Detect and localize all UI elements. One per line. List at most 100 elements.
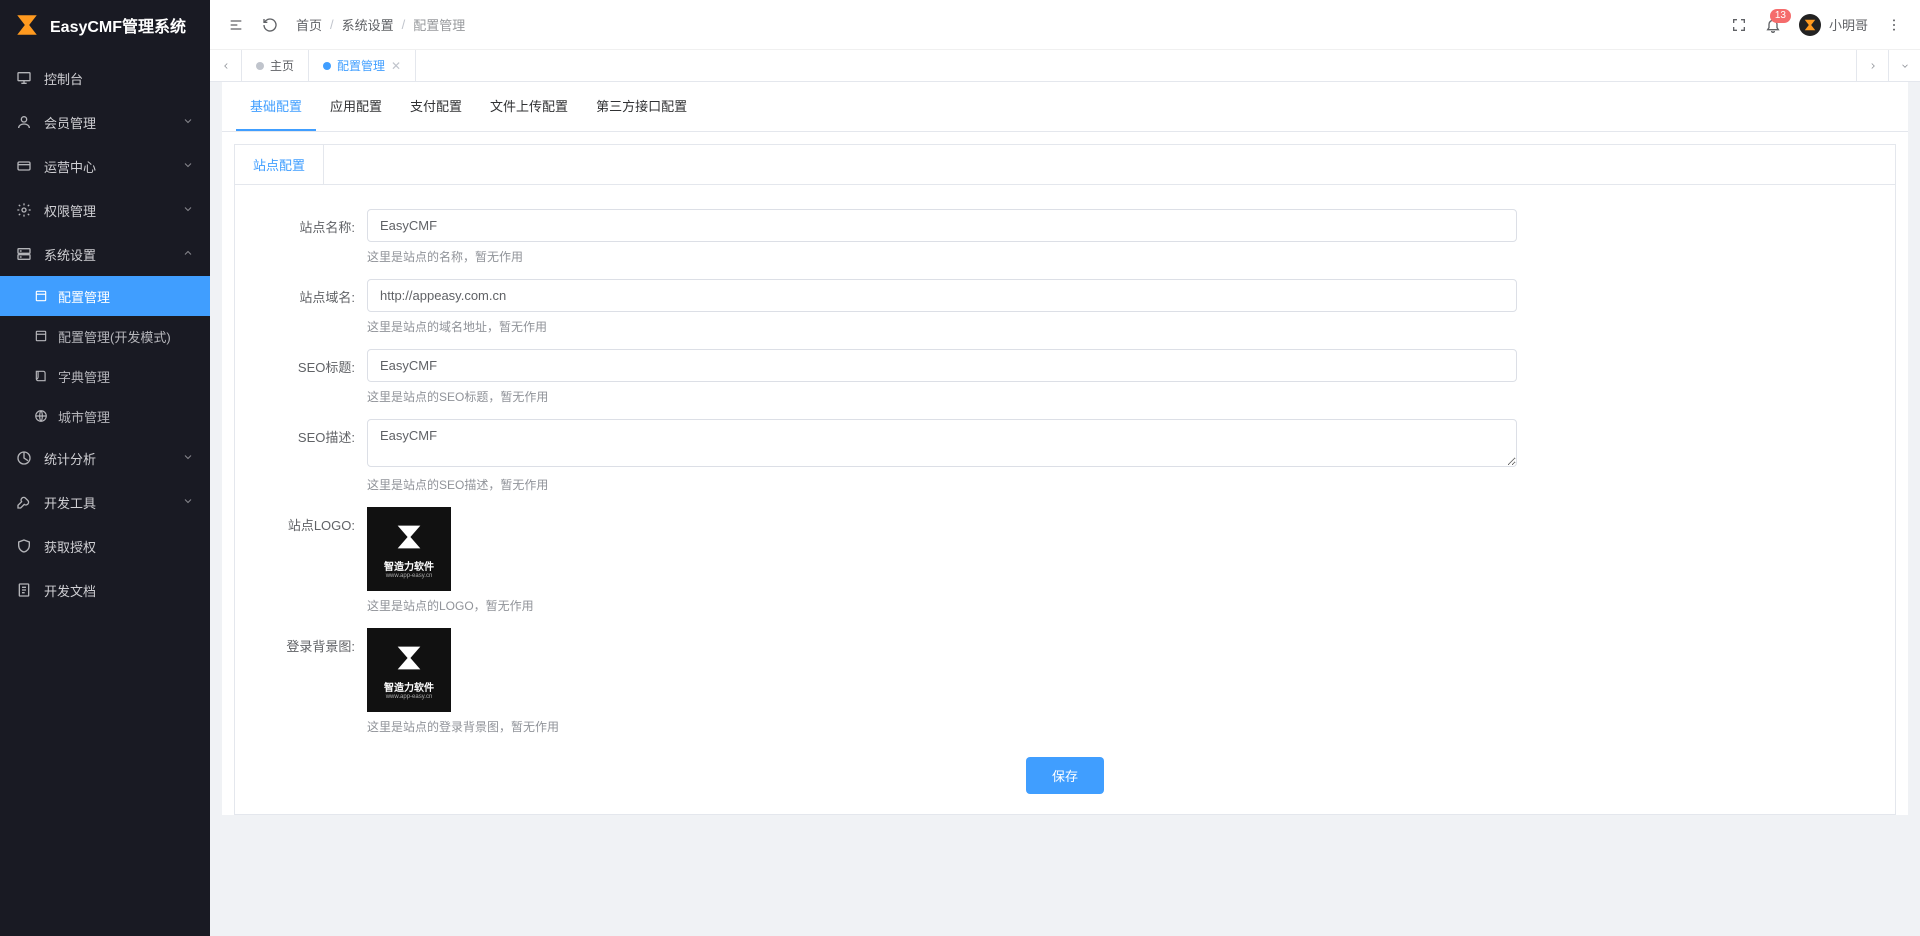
config-form: 站点名称: 这里是站点的名称，暂无作用站点域名: 这里是站点的域名地址，暂无作用… [235, 185, 1895, 814]
breadcrumb-separator: / [330, 17, 334, 32]
username: 小明哥 [1829, 15, 1868, 34]
form-help: 这里是站点的LOGO，暂无作用 [367, 597, 1517, 614]
sidebar-subitem[interactable]: 字典管理 [0, 356, 210, 396]
sidebar-item[interactable]: 运营中心 [0, 144, 210, 188]
shield-icon [16, 538, 32, 554]
globe-icon [34, 409, 48, 423]
chevron-up-icon [182, 247, 194, 262]
tabs-dropdown-icon[interactable] [1888, 50, 1920, 81]
form-control: 智造力软件www.app-easy.cn 这里是站点的LOGO，暂无作用 [367, 507, 1517, 614]
refresh-icon[interactable] [262, 17, 278, 33]
image-upload-text: 智造力软件 [384, 679, 434, 694]
sidebar-item-label: 开发工具 [44, 493, 170, 512]
gear-icon [16, 202, 32, 218]
sidebar-item[interactable]: 获取授权 [0, 524, 210, 568]
monitor-icon [16, 70, 32, 86]
main: 首页 / 系统设置 / 配置管理 13 小明哥 [210, 0, 1920, 936]
content: 基础配置应用配置支付配置文件上传配置第三方接口配置 站点配置 站点名称: 这里是… [210, 82, 1920, 936]
fullscreen-icon[interactable] [1731, 17, 1747, 33]
image-upload[interactable]: 智造力软件www.app-easy.cn [367, 628, 451, 712]
sidebar-item[interactable]: 系统设置 [0, 232, 210, 276]
close-icon[interactable]: ✕ [391, 60, 401, 72]
more-icon[interactable] [1886, 17, 1902, 33]
form-control: 这里是站点的SEO标题，暂无作用 [367, 349, 1517, 405]
sidebar-item-label: 运营中心 [44, 157, 170, 176]
sidebar-item[interactable]: 统计分析 [0, 436, 210, 480]
chevron-down-icon [182, 495, 194, 510]
sidebar-item-label: 获取授权 [44, 537, 194, 556]
form-help: 这里是站点的登录背景图，暂无作用 [367, 718, 1517, 735]
sidebar-item[interactable]: 权限管理 [0, 188, 210, 232]
tabs-scroll-left-icon[interactable] [210, 50, 242, 81]
config-card: 站点配置 站点名称: 这里是站点的名称，暂无作用站点域名: 这里是站点的域名地址… [234, 144, 1896, 815]
page-tab-label: 主页 [270, 57, 294, 74]
text-input[interactable] [367, 209, 1517, 242]
form-help: 这里是站点的SEO标题，暂无作用 [367, 388, 1517, 405]
sidebar-item[interactable]: 开发工具 [0, 480, 210, 524]
sidebar-subitem[interactable]: 配置管理 [0, 276, 210, 316]
topbar: 首页 / 系统设置 / 配置管理 13 小明哥 [210, 0, 1920, 50]
chart-icon [16, 450, 32, 466]
brand-name: EasyCMF管理系统 [50, 13, 186, 37]
chevron-down-icon [182, 159, 194, 174]
config-tab[interactable]: 基础配置 [236, 82, 316, 131]
form-label: 站点LOGO: [255, 507, 367, 534]
page-icon [34, 329, 48, 343]
tabs-scroll-right-icon[interactable] [1856, 50, 1888, 81]
chevron-down-icon [182, 115, 194, 130]
breadcrumb-item: 配置管理 [413, 15, 465, 34]
text-input[interactable] [367, 279, 1517, 312]
form-help: 这里是站点的名称，暂无作用 [367, 248, 1517, 265]
form-actions: 保存 [255, 757, 1875, 794]
text-input[interactable] [367, 349, 1517, 382]
sidebar-subitem-label: 配置管理(开发模式) [58, 327, 171, 346]
config-tab[interactable]: 第三方接口配置 [582, 82, 701, 131]
sidebar-item[interactable]: 会员管理 [0, 100, 210, 144]
brand[interactable]: EasyCMF管理系统 [0, 0, 210, 50]
config-tab[interactable]: 支付配置 [396, 82, 476, 131]
form-label: 站点名称: [255, 209, 367, 236]
config-panel: 基础配置应用配置支付配置文件上传配置第三方接口配置 站点配置 站点名称: 这里是… [222, 82, 1908, 815]
image-upload[interactable]: 智造力软件www.app-easy.cn [367, 507, 451, 591]
collapse-sidebar-icon[interactable] [228, 17, 244, 33]
form-control: 这里是站点的名称，暂无作用 [367, 209, 1517, 265]
form-help: 这里是站点的SEO描述，暂无作用 [367, 476, 1517, 493]
brand-logo-icon [14, 12, 40, 38]
sidebar-item[interactable]: 开发文档 [0, 568, 210, 612]
form-control: 这里是站点的域名地址，暂无作用 [367, 279, 1517, 335]
breadcrumb: 首页 / 系统设置 / 配置管理 [296, 15, 465, 34]
notifications-icon[interactable]: 13 [1765, 17, 1781, 33]
breadcrumb-item[interactable]: 系统设置 [342, 15, 394, 34]
sidebar-subitem[interactable]: 配置管理(开发模式) [0, 316, 210, 356]
config-tab[interactable]: 文件上传配置 [476, 82, 582, 131]
save-button[interactable]: 保存 [1026, 757, 1104, 794]
user-menu[interactable]: 小明哥 [1799, 14, 1868, 36]
form-label: 登录背景图: [255, 628, 367, 655]
avatar [1799, 14, 1821, 36]
sidebar-item-label: 权限管理 [44, 201, 170, 220]
card-tab-active[interactable]: 站点配置 [235, 145, 324, 184]
sidebar-item-label: 开发文档 [44, 581, 194, 600]
page-tab[interactable]: 主页 [242, 50, 309, 81]
sidebar-item-label: 控制台 [44, 69, 194, 88]
form-control: 智造力软件www.app-easy.cn 这里是站点的登录背景图，暂无作用 [367, 628, 1517, 735]
sidebar: EasyCMF管理系统 控制台 会员管理 运营中心 权限管理 系统设置 配置管理… [0, 0, 210, 936]
breadcrumb-item[interactable]: 首页 [296, 15, 322, 34]
page-icon [34, 289, 48, 303]
breadcrumb-separator: / [402, 17, 406, 32]
config-tab[interactable]: 应用配置 [316, 82, 396, 131]
card-icon [16, 158, 32, 174]
sidebar-subitem-label: 城市管理 [58, 407, 110, 426]
card-header: 站点配置 [235, 145, 1895, 185]
sidebar-item[interactable]: 控制台 [0, 56, 210, 100]
chevron-down-icon [182, 203, 194, 218]
form-control: EasyCMF 这里是站点的SEO描述，暂无作用 [367, 419, 1517, 493]
textarea-input[interactable]: EasyCMF [367, 419, 1517, 467]
image-upload-text: 智造力软件 [384, 558, 434, 573]
user-icon [16, 114, 32, 130]
sidebar-subitem[interactable]: 城市管理 [0, 396, 210, 436]
form-help: 这里是站点的域名地址，暂无作用 [367, 318, 1517, 335]
page-tab[interactable]: 配置管理✕ [309, 50, 416, 81]
sidebar-subitem-label: 配置管理 [58, 287, 110, 306]
config-tabs: 基础配置应用配置支付配置文件上传配置第三方接口配置 [222, 82, 1908, 132]
